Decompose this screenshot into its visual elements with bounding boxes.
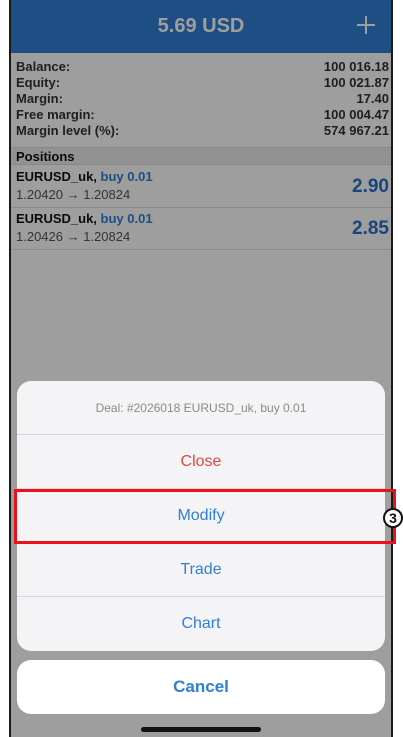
cancel-button[interactable]: Cancel xyxy=(17,660,385,714)
step-number-badge: 3 xyxy=(383,508,403,528)
action-sheet-title: Deal: #2026018 EURUSD_uk, buy 0.01 xyxy=(17,381,385,435)
chart-button[interactable]: Chart xyxy=(17,597,385,651)
phone-screen: 5.69 USD Balance: 100 016.18 Equity: 100… xyxy=(11,0,391,737)
home-indicator[interactable] xyxy=(141,727,261,732)
frame-right-border xyxy=(391,0,393,737)
tutorial-highlight-box xyxy=(14,489,396,544)
trade-button[interactable]: Trade xyxy=(17,543,385,597)
close-position-button[interactable]: Close xyxy=(17,435,385,489)
